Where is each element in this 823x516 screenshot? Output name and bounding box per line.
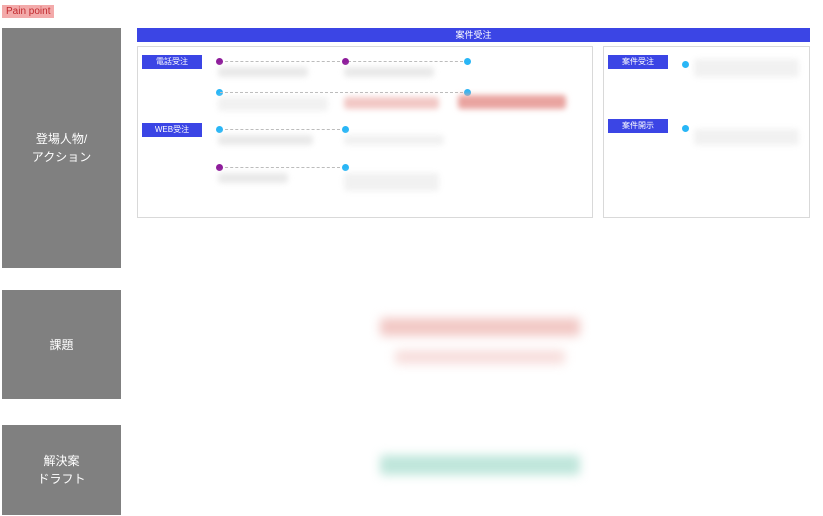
redacted-label [344, 135, 444, 145]
sidebar-issues: 課題 [2, 290, 121, 399]
node-dot [342, 58, 349, 65]
redacted-label [218, 135, 313, 145]
node-dot [216, 126, 223, 133]
sidebar-draft-label: 解決案 ドラフト [37, 452, 85, 488]
connector-line [220, 129, 340, 130]
painpoint-tag: Pain point [2, 5, 54, 18]
redacted-issue [395, 350, 565, 364]
connector-line [348, 61, 463, 62]
node-dot [464, 58, 471, 65]
connector-line [220, 92, 463, 93]
redacted-label [344, 67, 434, 77]
redacted-painpoint [344, 97, 439, 109]
sidebar-actors: 登場人物/ アクション [2, 28, 121, 268]
node-dot [682, 125, 689, 132]
row-label-web: WEB受注 [142, 123, 202, 137]
row-label-disclose: 案件開示 [608, 119, 668, 133]
panel-flow-right: 案件受注 案件開示 [603, 46, 810, 218]
row-label-phone: 電話受注 [142, 55, 202, 69]
sidebar-issues-label: 課題 [49, 336, 73, 354]
row-label-receive: 案件受注 [608, 55, 668, 69]
node-dot [342, 164, 349, 171]
draft-content [300, 445, 660, 495]
redacted-label [694, 129, 799, 145]
connector-line [220, 61, 340, 62]
node-dot [216, 164, 223, 171]
node-dot [682, 61, 689, 68]
redacted-label [218, 173, 288, 183]
panel-flow-left: 電話受注 WEB受注 [137, 46, 593, 218]
redacted-issue [380, 318, 580, 336]
redacted-painpoint [458, 95, 566, 109]
sidebar-draft: 解決案 ドラフト [2, 425, 121, 515]
node-dot [216, 58, 223, 65]
connector-line [220, 167, 340, 168]
redacted-label [694, 59, 799, 77]
redacted-label [218, 97, 328, 111]
section-header: 案件受注 [137, 28, 810, 42]
node-dot [342, 126, 349, 133]
redacted-label [218, 67, 308, 77]
redacted-solution [380, 455, 580, 475]
issues-content [300, 300, 660, 380]
redacted-label [344, 173, 439, 191]
sidebar-actors-label: 登場人物/ アクション [32, 130, 91, 166]
